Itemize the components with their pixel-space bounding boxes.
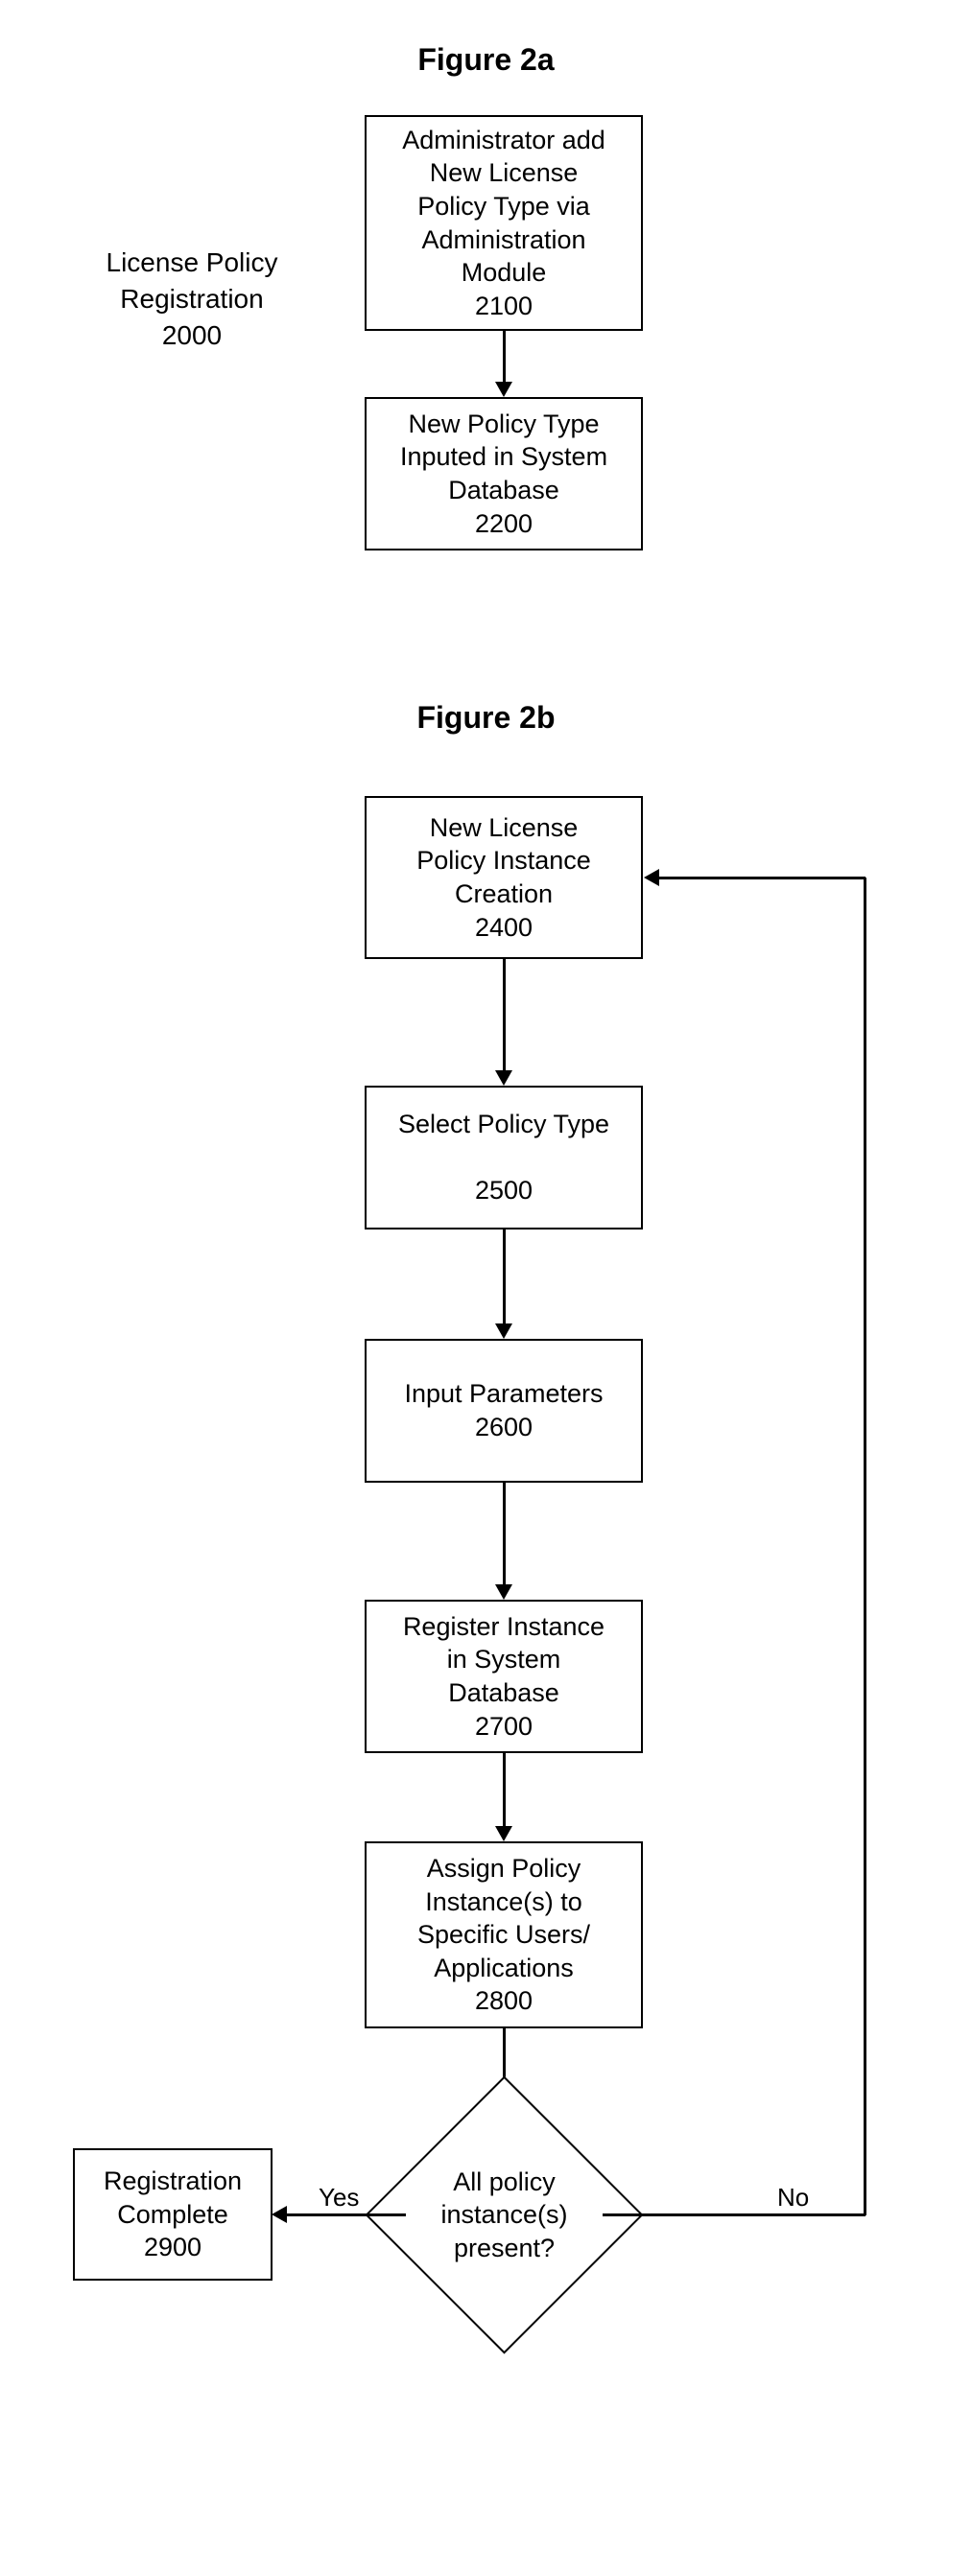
no-v [864, 878, 866, 2215]
box-2900-text: Registration Complete 2900 [84, 2165, 261, 2264]
box-2200: New Policy Type Inputed in System Databa… [365, 397, 643, 550]
box-2100-text: Administrator add New License Policy Typ… [376, 124, 631, 322]
arrow-2600-2700-line [503, 1483, 506, 1586]
arrow-2100-2200-line [503, 331, 506, 384]
decision-diamond: All policy instance(s) present? [406, 2117, 603, 2313]
no-arrow-head [644, 869, 659, 886]
arrow-2400-2500-line [503, 959, 506, 1072]
figure-2b-title: Figure 2b [0, 700, 972, 736]
box-2500: Select Policy Type 2500 [365, 1086, 643, 1229]
box-2500-text: Select Policy Type 2500 [376, 1108, 631, 1207]
box-2700-text: Register Instance in System Database 270… [376, 1610, 631, 1743]
box-2200-text: New Policy Type Inputed in System Databa… [376, 408, 631, 540]
box-2900: Registration Complete 2900 [73, 2148, 273, 2281]
box-2400: New License Policy Instance Creation 240… [365, 796, 643, 959]
box-2700: Register Instance in System Database 270… [365, 1600, 643, 1753]
box-2600: Input Parameters 2600 [365, 1339, 643, 1483]
no-h2 [658, 877, 865, 879]
arrow-2100-2200-head [495, 382, 512, 397]
box-2100: Administrator add New License Policy Typ… [365, 115, 643, 331]
box-2800-text: Assign Policy Instance(s) to Specific Us… [376, 1852, 631, 2018]
arrow-2700-2800-line [503, 1753, 506, 1828]
no-label: No [777, 2183, 809, 2213]
fig2a-side-label: License Policy Registration 2000 [77, 245, 307, 353]
box-2600-text: Input Parameters 2600 [376, 1377, 631, 1443]
arrow-2500-2600-line [503, 1229, 506, 1325]
decision-text: All policy instance(s) present? [406, 2117, 603, 2313]
arrow-2400-2500-head [495, 1070, 512, 1086]
box-2400-text: New License Policy Instance Creation 240… [376, 811, 631, 944]
arrow-yes-head [272, 2206, 287, 2223]
figure-2a-title: Figure 2a [0, 42, 972, 78]
arrow-yes-line [286, 2213, 406, 2216]
arrow-2500-2600-head [495, 1323, 512, 1339]
arrow-2700-2800-head [495, 1826, 512, 1841]
yes-label: Yes [319, 2183, 359, 2213]
box-2800: Assign Policy Instance(s) to Specific Us… [365, 1841, 643, 2028]
no-h1 [603, 2213, 865, 2216]
arrow-2600-2700-head [495, 1584, 512, 1600]
